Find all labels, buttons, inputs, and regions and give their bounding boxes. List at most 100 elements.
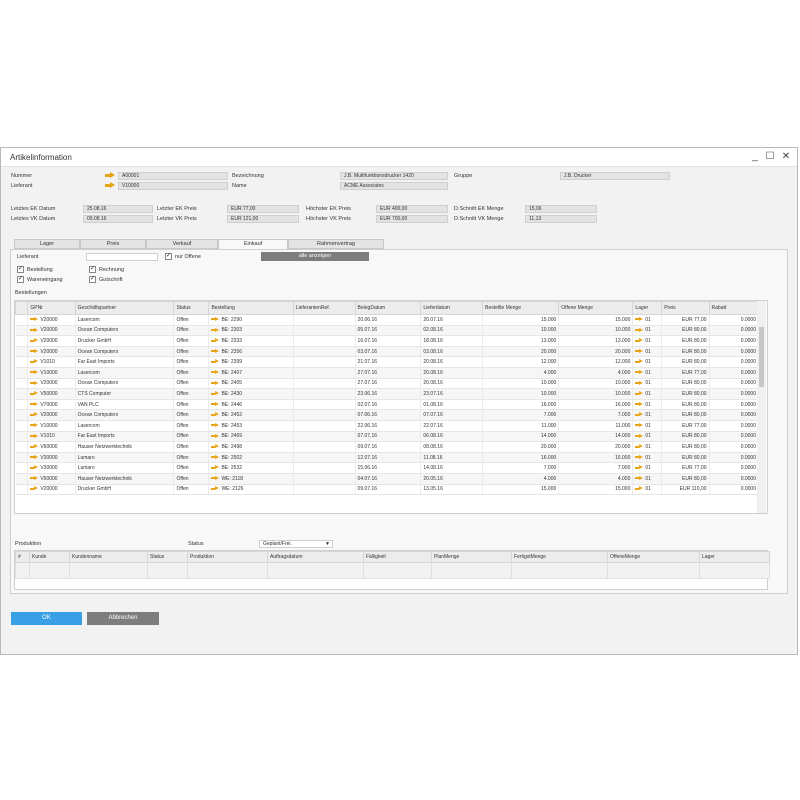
link-arrow-icon[interactable] [105, 172, 116, 179]
table-row[interactable]: V50000 CTS Computer Offen BE: 2430 23.06.16 2… [15, 388, 760, 400]
link-arrow-icon[interactable] [30, 348, 39, 354]
tab-lager[interactable]: Lager [14, 239, 80, 249]
column-header[interactable]: Lieferdatum [420, 301, 484, 315]
link-arrow-icon[interactable] [211, 316, 220, 322]
column-header[interactable]: Preis [661, 301, 710, 315]
column-header[interactable]: Auftragsdatum [267, 551, 364, 563]
row-select-cell[interactable] [15, 473, 29, 485]
table-cell[interactable] [15, 562, 30, 579]
column-header[interactable]: FertigstMenge [511, 551, 608, 563]
row-select-cell[interactable] [15, 335, 29, 347]
link-arrow-icon[interactable] [211, 338, 220, 343]
link-arrow-icon[interactable] [635, 316, 644, 322]
link-arrow-icon[interactable] [211, 391, 220, 396]
row-select-cell[interactable] [15, 367, 29, 379]
table-cell[interactable] [187, 562, 268, 579]
column-header[interactable]: Lager [632, 301, 663, 315]
link-arrow-icon[interactable] [30, 486, 39, 491]
link-arrow-icon[interactable] [635, 401, 644, 407]
link-arrow-icon[interactable] [211, 369, 220, 375]
close-icon[interactable]: ✕ [780, 151, 792, 163]
table-row[interactable]: V20000 Drucker GmbH Offen BE: 2333 16.07.16 1… [15, 335, 760, 347]
filter-lieferant-input[interactable] [86, 253, 158, 261]
table-row[interactable]: V60000 Hauser Netzwerktechnik Offen BE: 249… [15, 441, 760, 453]
table-row[interactable]: V30000 Lumaro Offen BE: 2532 15.06.16 14.08.1… [15, 462, 760, 474]
table-row[interactable]: V10000 Lasercom Offen BE: 2453 22.06.16 22.07… [15, 420, 760, 432]
link-arrow-icon[interactable] [635, 380, 644, 386]
link-arrow-icon[interactable] [30, 412, 39, 417]
link-arrow-icon[interactable] [211, 380, 220, 386]
table-cell[interactable] [69, 562, 148, 579]
row-select-cell[interactable] [15, 399, 29, 411]
row-select-cell[interactable] [15, 441, 29, 453]
column-header[interactable]: Fälligkeit [363, 551, 432, 563]
link-arrow-icon[interactable] [30, 454, 39, 460]
tab-rahmenvertrag[interactable]: Rahmenvertrag [288, 239, 384, 249]
table-row[interactable]: V30000 Lumaro Offen BE: 2502 12.07.16 11.08.1… [15, 452, 760, 464]
column-header[interactable]: Produktion [187, 551, 268, 563]
link-arrow-icon[interactable] [635, 433, 644, 439]
tab-preis[interactable]: Preis [80, 239, 146, 249]
link-arrow-icon[interactable] [635, 422, 644, 428]
table-cell[interactable] [699, 562, 770, 579]
link-arrow-icon[interactable] [635, 486, 644, 491]
link-arrow-icon[interactable] [211, 327, 220, 333]
link-arrow-icon[interactable] [635, 465, 644, 470]
link-arrow-icon[interactable] [211, 422, 220, 428]
link-arrow-icon[interactable] [30, 465, 39, 470]
link-arrow-icon[interactable] [635, 359, 644, 364]
link-arrow-icon[interactable] [635, 391, 644, 396]
link-arrow-icon[interactable] [211, 444, 220, 449]
table-cell[interactable] [147, 562, 188, 579]
link-arrow-icon[interactable] [635, 369, 644, 375]
name-field[interactable]: ACME Associates [340, 182, 448, 190]
column-header[interactable]: Status [147, 551, 188, 563]
column-header[interactable]: Bestellung [208, 301, 294, 315]
nur-offene-checkbox[interactable]: ✓ [165, 253, 172, 260]
table-row[interactable]: V20000 Ocean Computers Offen BE: 2356 03.07.… [15, 346, 760, 358]
link-arrow-icon[interactable] [211, 412, 220, 417]
column-header[interactable]: OffeneMenge [607, 551, 700, 563]
table-row[interactable]: V10000 Lasercom Offen BE: 2407 27.07.16 20.08… [15, 367, 760, 379]
link-arrow-icon[interactable] [211, 348, 220, 354]
scrollbar-thumb[interactable] [759, 327, 764, 387]
link-arrow-icon[interactable] [211, 486, 220, 491]
tab-verkauf[interactable]: Verkauf [146, 239, 218, 249]
row-select-cell[interactable] [15, 388, 29, 400]
link-arrow-icon[interactable] [30, 475, 39, 481]
table-row[interactable]: V1010 Far East Imports Offen BE: 2469 07.07.… [15, 431, 760, 443]
row-select-cell[interactable] [15, 314, 29, 326]
link-arrow-icon[interactable] [105, 182, 116, 189]
column-header[interactable]: Kunde [29, 551, 70, 563]
maximize-icon[interactable]: ☐ [764, 151, 776, 163]
table-cell[interactable] [363, 562, 432, 579]
table-cell[interactable] [431, 562, 512, 579]
row-select-cell[interactable] [15, 431, 29, 443]
produktion-status-select[interactable]: Geplant/Frei. ▼ [259, 540, 333, 548]
column-header[interactable]: LieferantenRef. [292, 301, 356, 315]
link-arrow-icon[interactable] [30, 422, 39, 428]
column-header[interactable]: Kundenname [69, 551, 148, 563]
column-header[interactable]: Lager [699, 551, 770, 563]
lieferant-field[interactable]: V10000 [118, 182, 228, 190]
column-header[interactable]: # [15, 551, 30, 563]
bestellung-checkbox[interactable]: ✓ [17, 266, 24, 273]
table-row[interactable]: V70000 VAN PLC Offen BE: 2446 02.07.16 01.08.… [15, 399, 760, 411]
table-cell[interactable] [511, 562, 608, 579]
link-arrow-icon[interactable] [635, 412, 644, 417]
table-row[interactable]: V20000 Drucker GmbH Offen WE: 2126 09.07.16 1… [15, 484, 760, 496]
column-header[interactable]: BelegDatum [354, 301, 422, 315]
link-arrow-icon[interactable] [30, 359, 39, 364]
link-arrow-icon[interactable] [30, 380, 39, 386]
column-header[interactable]: Geschäftspartner [74, 301, 175, 315]
link-arrow-icon[interactable] [211, 401, 220, 407]
link-arrow-icon[interactable] [211, 454, 220, 460]
bezeichnung-field[interactable]: J.B. Multifunktionsdrucker 1420 [340, 172, 448, 180]
column-header[interactable]: Status [173, 301, 210, 315]
gutschrift-checkbox[interactable]: ✓ [89, 276, 96, 283]
link-arrow-icon[interactable] [635, 338, 644, 343]
link-arrow-icon[interactable] [635, 475, 644, 481]
table-row[interactable]: V20000 Ocean Computers Offen BE: 2303 05.07.… [15, 325, 760, 337]
link-arrow-icon[interactable] [30, 444, 39, 449]
row-select-cell[interactable] [15, 356, 29, 368]
